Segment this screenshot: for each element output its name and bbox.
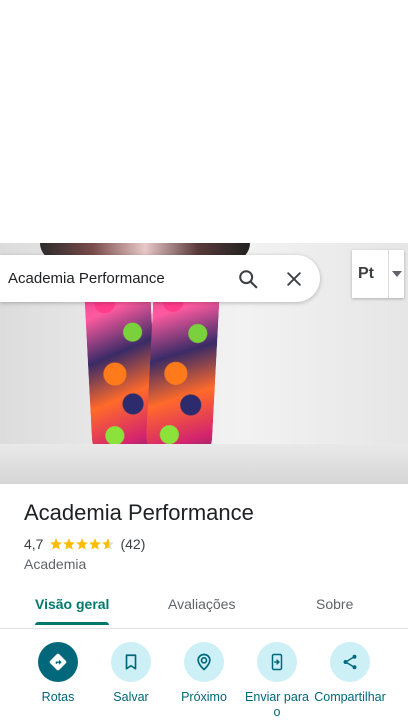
photo-detail: [0, 444, 408, 484]
nearby-button[interactable]: Próximo: [164, 640, 244, 705]
caret-down-icon: [389, 271, 404, 277]
share-icon: [330, 642, 370, 682]
close-icon[interactable]: [274, 259, 314, 299]
directions-icon: [38, 642, 78, 682]
send-to-phone-button[interactable]: Enviar para o: [237, 640, 317, 720]
language-selector[interactable]: Pt: [352, 250, 404, 298]
search-input[interactable]: Academia Performance: [0, 270, 228, 287]
save-label: Salvar: [113, 690, 149, 704]
nearby-label: Próximo: [181, 690, 227, 704]
star-rating: [49, 537, 115, 551]
nearby-icon: [184, 642, 224, 682]
bookmark-icon: [111, 642, 151, 682]
action-bar: Rotas Salvar Próximo Enviar para o Compa…: [0, 640, 408, 726]
star-icon: [50, 538, 63, 550]
save-button[interactable]: Salvar: [91, 640, 171, 705]
directions-label: Rotas: [41, 690, 75, 704]
active-tab-indicator: [35, 622, 109, 625]
share-button[interactable]: Compartilhar: [310, 640, 390, 705]
share-label: Compartilhar: [314, 690, 386, 704]
star-icon: [89, 538, 102, 550]
place-category: Academia: [24, 556, 87, 572]
star-icon: [76, 538, 89, 550]
send-to-phone-icon: [257, 642, 297, 682]
tab-reviews[interactable]: Avaliações: [168, 584, 235, 626]
place-title: Academia Performance: [24, 500, 254, 525]
star-icon: [63, 538, 76, 550]
half-star-icon: [102, 538, 115, 550]
search-icon[interactable]: [228, 259, 268, 299]
rating-value: 4,7: [24, 536, 44, 552]
directions-button[interactable]: Rotas: [18, 640, 98, 705]
search-bar[interactable]: Academia Performance: [0, 255, 320, 302]
tab-about[interactable]: Sobre: [316, 584, 353, 626]
review-count[interactable]: (42): [120, 536, 145, 552]
send-to-phone-label: Enviar para o: [245, 690, 309, 719]
rating-row[interactable]: 4,7 (42): [24, 536, 145, 552]
language-code: Pt: [352, 250, 389, 298]
tab-overview[interactable]: Visão geral: [35, 584, 109, 626]
